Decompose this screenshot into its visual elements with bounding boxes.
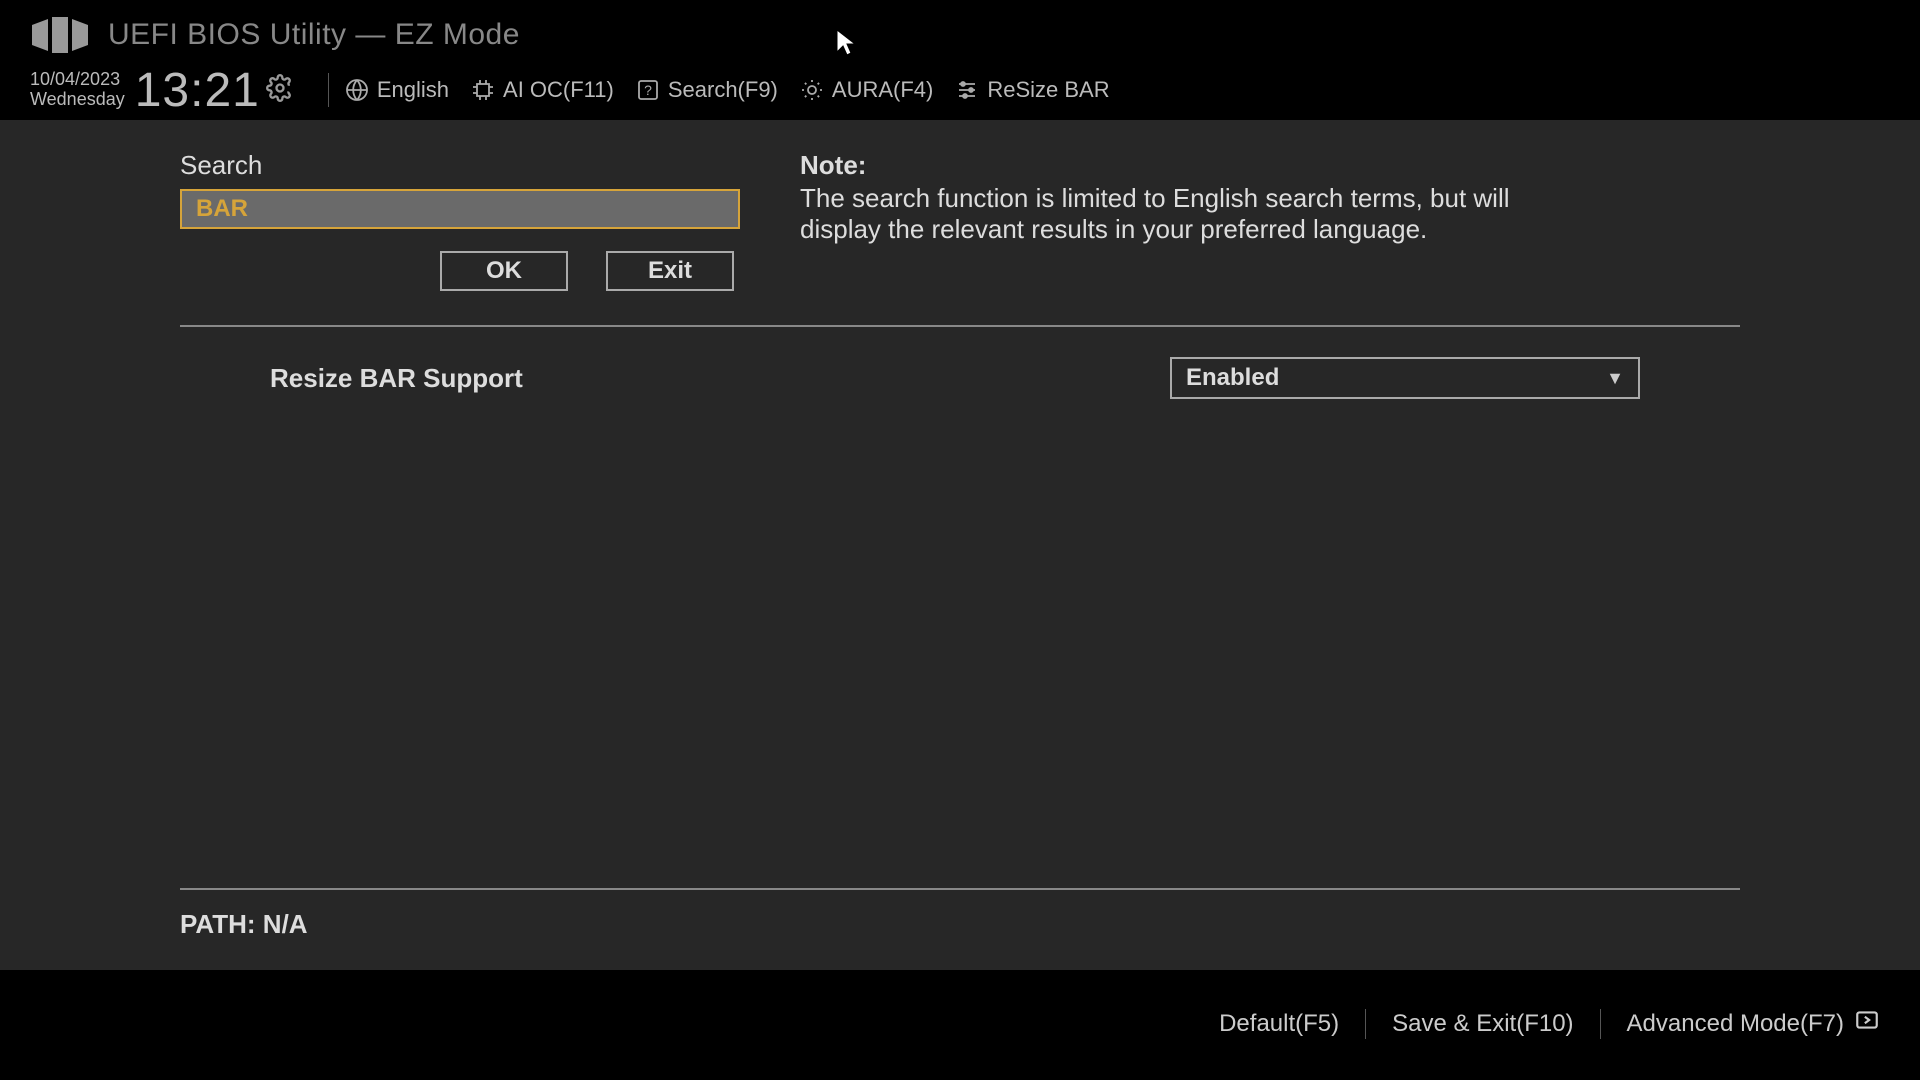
resizebar-button[interactable]: ReSize BAR: [955, 77, 1109, 103]
search-label: Search: [180, 150, 740, 181]
date-block: 10/04/2023 Wednesday: [30, 70, 125, 110]
save-exit-label: Save & Exit(F10): [1392, 1010, 1573, 1038]
gear-icon[interactable]: [266, 74, 294, 107]
aioc-label: AI OC(F11): [503, 77, 614, 103]
clock-time: 13:21: [135, 63, 260, 118]
search-result-row[interactable]: Resize BAR Support Enabled ▼: [180, 357, 1740, 399]
chip-icon: [471, 78, 495, 102]
language-label: English: [377, 77, 449, 103]
search-input[interactable]: [180, 189, 740, 229]
date-text: 10/04/2023: [30, 70, 125, 90]
exit-button[interactable]: Exit: [606, 251, 734, 291]
search-hotkey-button[interactable]: ? Search(F9): [636, 77, 778, 103]
app-title: UEFI BIOS Utility — EZ Mode: [108, 18, 520, 52]
path-label: PATH: N/A: [180, 909, 308, 940]
footer-bar: Default(F5) Save & Exit(F10) Advanced Mo…: [1219, 1007, 1880, 1040]
aura-button[interactable]: AURA(F4): [800, 77, 933, 103]
mouse-cursor-icon: [835, 28, 859, 63]
header-bar: UEFI BIOS Utility — EZ Mode: [0, 0, 1920, 60]
note-title: Note:: [800, 150, 1740, 181]
svg-text:?: ?: [644, 82, 652, 98]
aioc-button[interactable]: AI OC(F11): [471, 77, 614, 103]
default-button[interactable]: Default(F5): [1219, 1010, 1339, 1038]
ok-button[interactable]: OK: [440, 251, 568, 291]
sliders-icon: [955, 78, 979, 102]
content-area: Search OK Exit Note: The search function…: [0, 120, 1920, 970]
weekday-text: Wednesday: [30, 90, 125, 110]
divider-bottom: [180, 888, 1740, 890]
chevron-down-icon: ▼: [1606, 368, 1624, 389]
divider: [180, 325, 1740, 327]
aura-label: AURA(F4): [832, 77, 933, 103]
note-text: The search function is limited to Englis…: [800, 183, 1580, 245]
save-exit-button[interactable]: Save & Exit(F10): [1392, 1010, 1573, 1038]
enter-icon: [1854, 1007, 1880, 1040]
separator: [328, 73, 329, 107]
footer-separator: [1600, 1009, 1601, 1039]
dropdown-value: Enabled: [1186, 364, 1279, 392]
advanced-mode-button[interactable]: Advanced Mode(F7): [1627, 1007, 1880, 1040]
resizebar-label: ReSize BAR: [987, 77, 1109, 103]
status-bar: 10/04/2023 Wednesday 13:21 English AI OC…: [0, 60, 1920, 120]
brand-logo-icon: [30, 15, 90, 55]
sun-icon: [800, 78, 824, 102]
search-hotkey-label: Search(F9): [668, 77, 778, 103]
default-label: Default(F5): [1219, 1010, 1339, 1038]
language-button[interactable]: English: [345, 77, 449, 103]
advanced-mode-label: Advanced Mode(F7): [1627, 1010, 1844, 1038]
help-icon: ?: [636, 78, 660, 102]
setting-dropdown[interactable]: Enabled ▼: [1170, 357, 1640, 399]
setting-label: Resize BAR Support: [270, 363, 1170, 394]
globe-icon: [345, 78, 369, 102]
footer-separator: [1365, 1009, 1366, 1039]
